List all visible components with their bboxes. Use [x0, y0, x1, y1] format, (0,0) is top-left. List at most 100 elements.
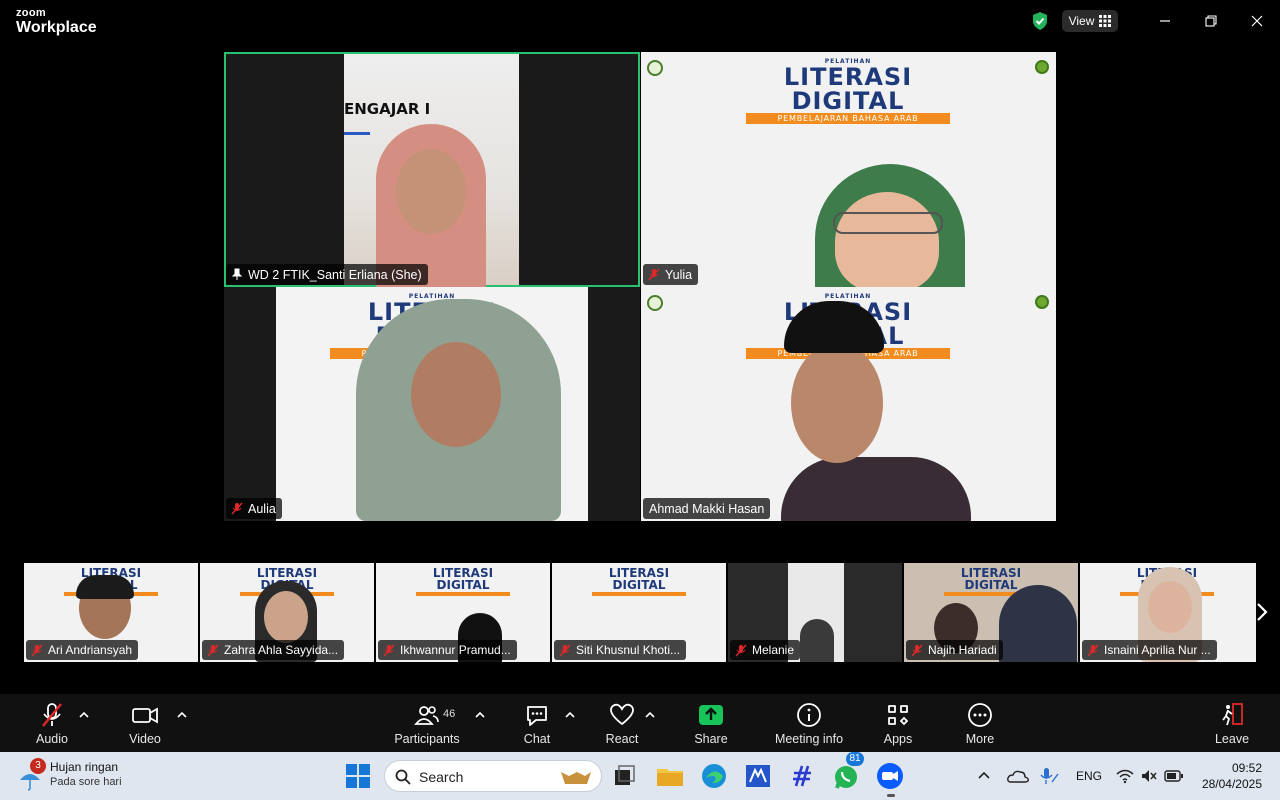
volume-muted-icon[interactable]	[1140, 768, 1158, 784]
share-screen-icon	[699, 705, 723, 725]
batik-shirt-shape	[781, 457, 971, 521]
view-button[interactable]: View	[1062, 10, 1118, 32]
task-view-icon[interactable]	[608, 760, 640, 792]
apps-button[interactable]: Apps	[878, 694, 918, 752]
microphone-tray-icon[interactable]	[1038, 766, 1062, 786]
participant-name-tag: Ari Andriansyah	[26, 640, 139, 660]
meeting-toolbar: Audio Video Participants 46 Chat React S…	[0, 694, 1280, 752]
participant-name-tag: WD 2 FTIK_Santi Erliana (She)	[226, 264, 428, 285]
literasi-digital-banner: PELATIHAN LITERASI DIGITAL PEMBELAJARAN …	[746, 58, 950, 124]
react-label: React	[605, 732, 639, 746]
leave-button[interactable]: Leave	[1212, 694, 1252, 752]
banner-bar	[416, 592, 510, 596]
app-slash-icon[interactable]	[786, 760, 818, 792]
video-button[interactable]: Video	[125, 694, 165, 752]
hair-shape	[76, 575, 134, 599]
more-button[interactable]: More	[960, 694, 1000, 752]
participant-name: Zahra Ahla Sayyida...	[224, 643, 339, 657]
meeting-info-button[interactable]: Meeting info	[770, 694, 848, 752]
face-shape	[791, 343, 883, 463]
participant-thumbnail[interactable]: LITERASI DIGITAL Ikhwannur Pramud...	[376, 563, 550, 662]
literasi-digital-banner: LITERASI DIGITAL	[416, 567, 510, 596]
react-button[interactable]: React	[602, 694, 642, 752]
mic-muted-icon	[31, 644, 43, 656]
taskbar-search[interactable]: Search	[384, 760, 602, 792]
participant-name: Melanie	[752, 643, 795, 657]
clock-time: 09:52	[1231, 761, 1262, 775]
banner-bar	[592, 592, 686, 596]
grid-view-icon	[1099, 15, 1112, 27]
video-label: Video	[129, 732, 161, 746]
audio-button[interactable]: Audio	[30, 694, 74, 752]
green-logo-icon	[1035, 295, 1049, 309]
video-tile[interactable]: PELATIHAN LITERASI DIGITAL PEMBELAJARAN …	[224, 287, 640, 521]
share-button[interactable]: Share	[691, 694, 731, 752]
slide-underline	[344, 132, 370, 135]
participant-thumbnail[interactable]: Melanie	[728, 563, 902, 662]
windows-taskbar: 3 Hujan ringan Pada sore hari Search 81 …	[0, 752, 1280, 800]
onedrive-cloud-icon[interactable]	[1006, 766, 1030, 786]
chat-options-chevron-icon[interactable]	[564, 710, 576, 720]
mic-muted-icon	[383, 644, 395, 656]
banner-subtitle: PEMBELAJARAN BAHASA ARAB	[746, 113, 950, 124]
chat-button[interactable]: Chat	[517, 694, 557, 752]
next-page-arrow-icon[interactable]	[1254, 600, 1270, 624]
restore-button[interactable]	[1199, 10, 1223, 32]
audio-options-chevron-icon[interactable]	[78, 710, 90, 720]
participant-name-tag: Melanie	[730, 640, 801, 660]
logo-brand-bottom: Workplace	[16, 19, 97, 36]
edge-browser-icon[interactable]	[698, 760, 730, 792]
zoom-logo: zoom Workplace	[16, 8, 97, 36]
chevron-up-icon[interactable]	[976, 768, 992, 784]
file-explorer-icon[interactable]	[654, 760, 686, 792]
share-label: Share	[694, 732, 728, 746]
participant-video: PELATIHAN LITERASI DIGITAL PEMBELAJARAN …	[276, 287, 588, 521]
participant-thumbnail[interactable]: LITERASI DIGITAL Isnaini Aprilia Nur ...	[1080, 563, 1256, 662]
university-emblem-icon	[647, 295, 663, 311]
face-shape	[396, 149, 466, 234]
leave-door-icon	[1222, 703, 1243, 726]
meeting-info-label: Meeting info	[774, 732, 844, 746]
participant-name-tag: Ikhwannur Pramud...	[378, 640, 517, 660]
minimize-icon	[1160, 20, 1170, 22]
system-clock[interactable]: 09:52 28/04/2025	[1196, 760, 1262, 792]
participants-count: 46	[443, 708, 456, 720]
participant-thumbnail[interactable]: LITERASI DIGITAL Ari Andriansyah	[24, 563, 198, 662]
participants-options-chevron-icon[interactable]	[474, 710, 486, 720]
zoom-app-icon[interactable]	[874, 760, 906, 792]
encryption-shield-icon[interactable]	[1031, 11, 1049, 31]
mic-muted-icon	[1087, 644, 1099, 656]
weather-badge: 3	[30, 758, 46, 774]
close-icon	[1251, 15, 1263, 27]
participant-name: Isnaini Aprilia Nur ...	[1104, 643, 1211, 657]
pin-icon	[231, 268, 243, 280]
minimize-button[interactable]	[1153, 10, 1177, 32]
face-shape	[264, 591, 308, 643]
language-indicator[interactable]: ENG	[1076, 752, 1102, 800]
video-options-chevron-icon[interactable]	[176, 710, 188, 720]
participant-thumbnail[interactable]: LITERASI DIGITAL Zahra Ahla Sayyida...	[200, 563, 374, 662]
banner-title: LITERASI DIGITAL	[783, 63, 913, 115]
mic-muted-icon	[735, 644, 747, 656]
banner-title: LITERASI DIGITAL	[432, 566, 494, 592]
wifi-icon[interactable]	[1116, 768, 1134, 784]
mic-muted-icon	[231, 502, 243, 515]
video-tile[interactable]: PELATIHAN LITERASI DIGITAL PEMBELAJARAN …	[641, 52, 1056, 287]
battery-icon[interactable]	[1164, 769, 1184, 783]
clock-date: 28/04/2025	[1201, 777, 1262, 791]
face-shape	[411, 342, 501, 447]
heart-icon	[610, 703, 634, 726]
react-options-chevron-icon[interactable]	[644, 710, 656, 720]
participant-thumbnail[interactable]: LITERASI DIGITAL Najih Hariadi	[904, 563, 1078, 662]
zoom-running-indicator	[887, 794, 895, 797]
chat-label: Chat	[523, 732, 551, 746]
more-label: More	[965, 732, 995, 746]
windows-start-icon[interactable]	[342, 760, 374, 792]
app-m-icon[interactable]	[742, 760, 774, 792]
participant-thumbnail[interactable]: LITERASI DIGITAL Siti Khusnul Khoti...	[552, 563, 726, 662]
literasi-digital-banner: LITERASI DIGITAL	[592, 567, 686, 596]
video-tile[interactable]: PELATIHAN LITERASI DIGITAL PEMBELAJARAN …	[641, 287, 1056, 521]
participants-button[interactable]: Participants	[392, 694, 462, 752]
close-button[interactable]	[1245, 10, 1269, 32]
video-tile-active-speaker[interactable]: ENGAJAR I WD 2 FTIK_Santi Erliana (She)	[224, 52, 640, 287]
